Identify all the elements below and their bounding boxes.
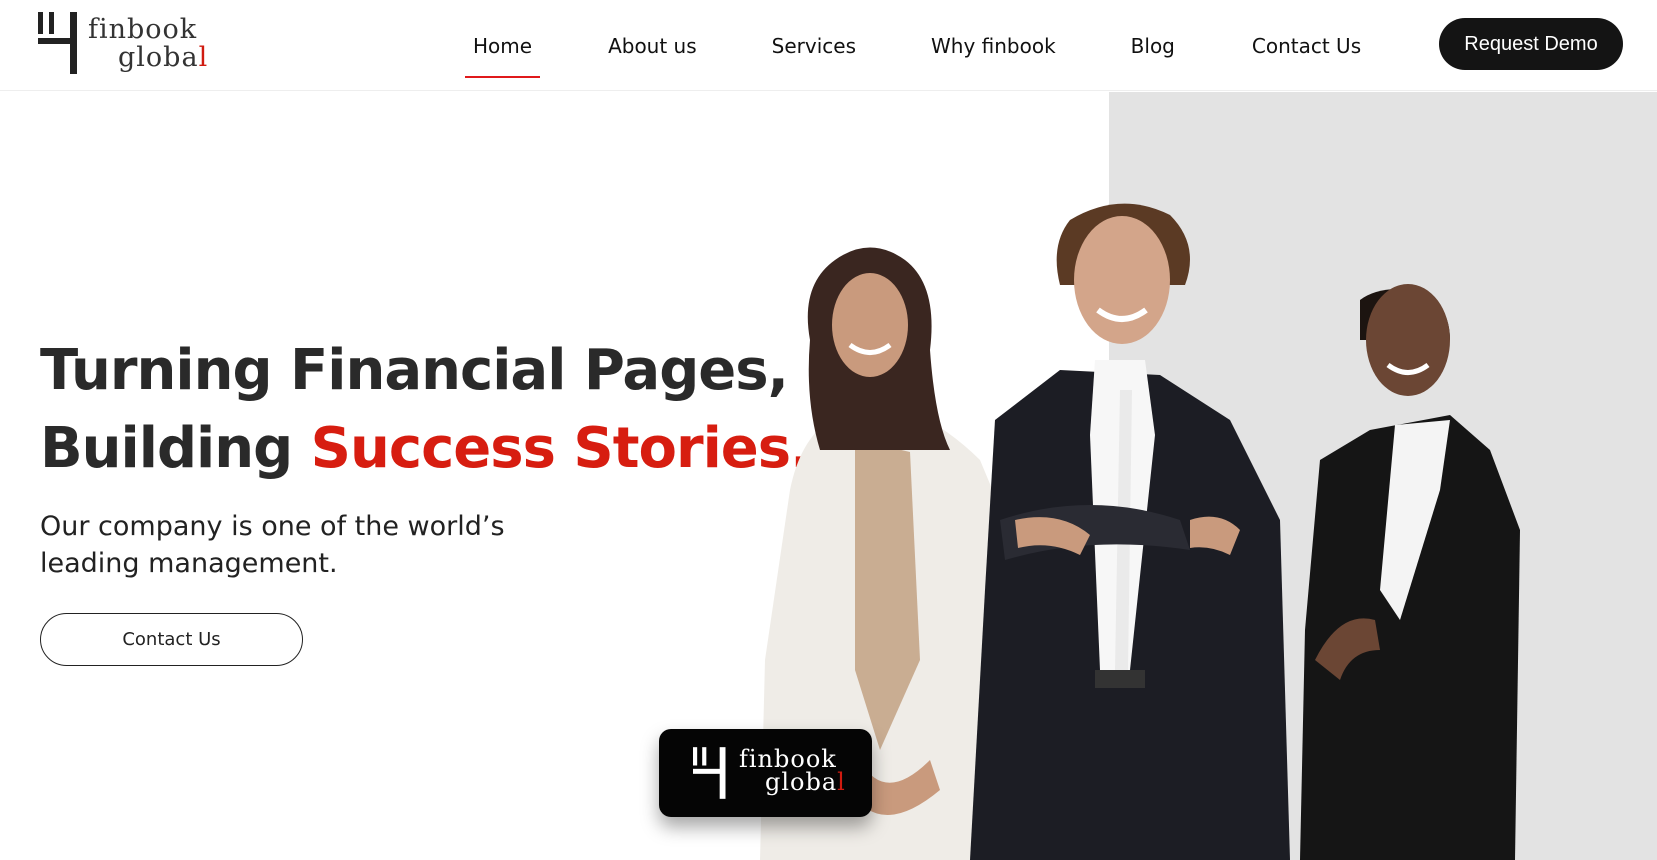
nav-contact-us[interactable]: Contact Us (1252, 34, 1361, 58)
nav-home[interactable]: Home (464, 34, 541, 78)
hero-title-accent: Success Stories. (310, 416, 812, 481)
nav-why-finbook[interactable]: Why finbook (931, 34, 1056, 58)
finbook-logo-icon (38, 12, 77, 74)
finbook-logo-icon (693, 747, 726, 799)
hero-title: Turning Financial Pages, Building Succes… (40, 332, 812, 488)
hero-title-line1: Turning Financial Pages, (40, 338, 789, 403)
hero-contact-button[interactable]: Contact Us (40, 613, 303, 666)
nav-about-us[interactable]: About us (608, 34, 697, 58)
finbook-badge: finbook global (659, 729, 872, 817)
page: finbook global Home About us Services Wh… (0, 0, 1657, 860)
brand-logo[interactable]: finbook global (38, 10, 208, 76)
brand-line1: finbook (88, 14, 198, 45)
nav-blog[interactable]: Blog (1131, 34, 1175, 58)
business-team-photo (760, 203, 1520, 860)
top-navbar: finbook global Home About us Services Wh… (0, 0, 1657, 91)
nav-services[interactable]: Services (772, 34, 856, 58)
badge-wordmark: finbook global (739, 747, 846, 796)
woman-right-figure (1300, 284, 1520, 860)
brand-wordmark: finbook global (88, 16, 208, 72)
brand-line2-accent: l (198, 42, 209, 73)
badge-line2: globa (765, 768, 838, 796)
main-nav: Home About us Services Why finbook Blog … (464, 0, 1361, 91)
badge-line2-accent: l (837, 768, 846, 796)
hero-subtitle: Our company is one of the world’s leadin… (40, 511, 505, 579)
request-demo-button[interactable]: Request Demo (1439, 18, 1623, 70)
man-center-figure (970, 203, 1290, 860)
brand-line2: globa (118, 42, 199, 73)
hero-title-line2-prefix: Building (40, 416, 311, 481)
